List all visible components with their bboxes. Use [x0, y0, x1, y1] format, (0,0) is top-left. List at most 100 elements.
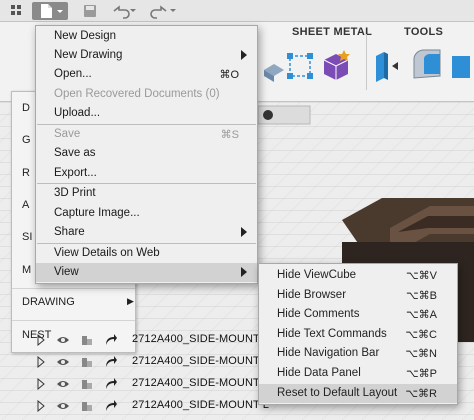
menu-item-hide-text-commands[interactable]: Hide Text Commands ⌥⌘C: [259, 325, 457, 344]
redo-icon[interactable]: [146, 2, 176, 20]
menu-item-upload[interactable]: Upload...: [36, 104, 257, 123]
menu-item-shortcut: ⌥⌘C: [405, 329, 437, 341]
tree-row-label: 2712A400_SIDE-MOUNT: [132, 377, 260, 389]
panel-divider: [12, 320, 135, 321]
file-menu: New Design New Drawing Open... ⌘O Open R…: [35, 25, 258, 284]
menu-item-view[interactable]: View: [36, 263, 257, 282]
submenu-arrow-icon: [241, 267, 247, 277]
menu-item-shortcut: ⌘S: [220, 129, 239, 141]
menu-item-label: View Details on Web: [54, 247, 160, 259]
component-icon: [82, 358, 92, 367]
undo-icon[interactable]: [108, 2, 136, 20]
menu-item-new-design[interactable]: New Design: [36, 27, 257, 46]
panel-item-drawing[interactable]: DRAWING: [22, 296, 75, 308]
insert-component-icon[interactable]: [320, 48, 358, 84]
tab-tools[interactable]: TOOLS: [404, 26, 443, 38]
bend-tool-icon[interactable]: [410, 48, 448, 84]
menu-item-capture-image[interactable]: Capture Image...: [36, 204, 257, 223]
submenu-arrow-icon: [241, 50, 247, 60]
menu-item-label: Upload...: [54, 107, 101, 119]
expand-triangle-icon[interactable]: [36, 356, 46, 368]
menu-item-shortcut: ⌥⌘P: [405, 368, 437, 380]
menu-item-hide-comments[interactable]: Hide Comments ⌥⌘A: [259, 305, 457, 324]
link-arrow-icon: [106, 334, 117, 345]
menu-item-shortcut: ⌥⌘N: [405, 348, 437, 360]
menu-item-label: Hide ViewCube: [277, 269, 357, 281]
save-icon[interactable]: [80, 2, 100, 20]
menu-item-label: Save: [54, 128, 81, 140]
menu-item-share[interactable]: Share: [36, 223, 257, 242]
expand-triangle-icon[interactable]: [36, 378, 46, 390]
menu-item-hide-viewcube[interactable]: Hide ViewCube ⌥⌘V: [259, 266, 457, 285]
menu-item-shortcut: ⌘O: [219, 69, 239, 81]
menu-item-label: New Design: [54, 30, 116, 42]
menu-item-save: Save ⌘S: [36, 125, 257, 144]
menu-item-label: Reset to Default Layout: [277, 387, 398, 399]
link-arrow-icon: [106, 400, 117, 411]
submenu-arrow-icon: [241, 227, 247, 237]
file-menu-button[interactable]: [32, 2, 68, 20]
panel-item-a[interactable]: A: [22, 199, 29, 211]
tool-icon[interactable]: [448, 48, 474, 84]
menu-item-shortcut: ⌥⌘B: [405, 290, 437, 302]
menu-item-save-as[interactable]: Save as: [36, 144, 257, 163]
eye-icon[interactable]: [56, 400, 70, 412]
panel-item-m[interactable]: M: [22, 264, 31, 276]
menu-item-hide-data-panel[interactable]: Hide Data Panel ⌥⌘P: [259, 364, 457, 383]
menu-item-shortcut: ⌥⌘A: [405, 309, 437, 321]
application-toolbar: [0, 0, 474, 22]
menu-item-label: View: [54, 266, 79, 278]
component-icon: [82, 402, 92, 411]
menu-item-open[interactable]: Open... ⌘O: [36, 65, 257, 84]
menu-item-hide-browser[interactable]: Hide Browser ⌥⌘B: [259, 286, 457, 305]
panel-item-r[interactable]: R: [22, 167, 30, 179]
tab-sheet-metal[interactable]: SHEET METAL: [292, 26, 372, 38]
flange-tool-icon[interactable]: [372, 48, 410, 84]
panel-item-d[interactable]: D: [22, 102, 30, 114]
menu-item-label: Hide Comments: [277, 308, 360, 320]
menu-item-view-details-web[interactable]: View Details on Web: [36, 244, 257, 263]
menu-item-label: Open Recovered Documents (0): [54, 88, 220, 100]
menu-item-new-drawing[interactable]: New Drawing: [36, 46, 257, 65]
grid-icon[interactable]: [8, 2, 28, 20]
tree-row[interactable]: 2712A400_SIDE-MOUNT: [36, 354, 276, 370]
menu-item-open-recovered: Open Recovered Documents (0): [36, 85, 257, 104]
link-arrow-icon: [106, 378, 117, 389]
panel-item-g[interactable]: G: [22, 134, 31, 146]
menu-item-label: New Drawing: [54, 49, 123, 61]
tree-row-label: 2712A400_SIDE-MOUNT L: [132, 399, 270, 411]
component-icon: [82, 380, 92, 389]
menu-item-hide-navigation-bar[interactable]: Hide Navigation Bar ⌥⌘N: [259, 344, 457, 363]
view-submenu: Hide ViewCube ⌥⌘V Hide Browser ⌥⌘B Hide …: [258, 263, 458, 405]
file-icon: [41, 4, 63, 18]
menu-item-label: Open...: [54, 68, 92, 80]
tree-row[interactable]: 2712A400_SIDE-MOUNT: [36, 332, 276, 348]
tree-row-label: 2712A400_SIDE-MOUNT: [132, 355, 260, 367]
expand-triangle-icon[interactable]: [36, 400, 46, 412]
menu-item-label: Hide Data Panel: [277, 367, 361, 379]
menu-item-label: 3D Print: [54, 187, 96, 199]
menu-item-3d-print[interactable]: 3D Print: [36, 184, 257, 203]
chevron-right-icon: ▶: [127, 296, 134, 306]
menu-item-label: Hide Text Commands: [277, 328, 387, 340]
panel-item-si[interactable]: SI: [22, 231, 32, 243]
link-arrow-icon: [106, 356, 117, 367]
menu-item-shortcut: ⌥⌘R: [405, 388, 437, 400]
menu-item-label: Share: [54, 226, 85, 238]
eye-icon[interactable]: [56, 356, 70, 368]
tree-row[interactable]: 2712A400_SIDE-MOUNT L: [36, 398, 276, 414]
menu-item-label: Capture Image...: [54, 207, 140, 219]
ribbon-divider: [366, 34, 367, 90]
menu-item-label: Save as: [54, 147, 96, 159]
expand-triangle-icon[interactable]: [36, 334, 46, 346]
tree-row[interactable]: 2712A400_SIDE-MOUNT: [36, 376, 276, 392]
tree-row-label: 2712A400_SIDE-MOUNT: [132, 333, 260, 345]
eye-icon[interactable]: [56, 378, 70, 390]
sketch-points-icon[interactable]: [282, 48, 320, 84]
eye-icon[interactable]: [56, 334, 70, 346]
component-icon: [82, 336, 92, 345]
panel-divider: [12, 288, 135, 289]
menu-item-label: Hide Browser: [277, 289, 347, 301]
menu-item-reset-default-layout[interactable]: Reset to Default Layout ⌥⌘R: [259, 384, 457, 403]
menu-item-export[interactable]: Export...: [36, 164, 257, 183]
